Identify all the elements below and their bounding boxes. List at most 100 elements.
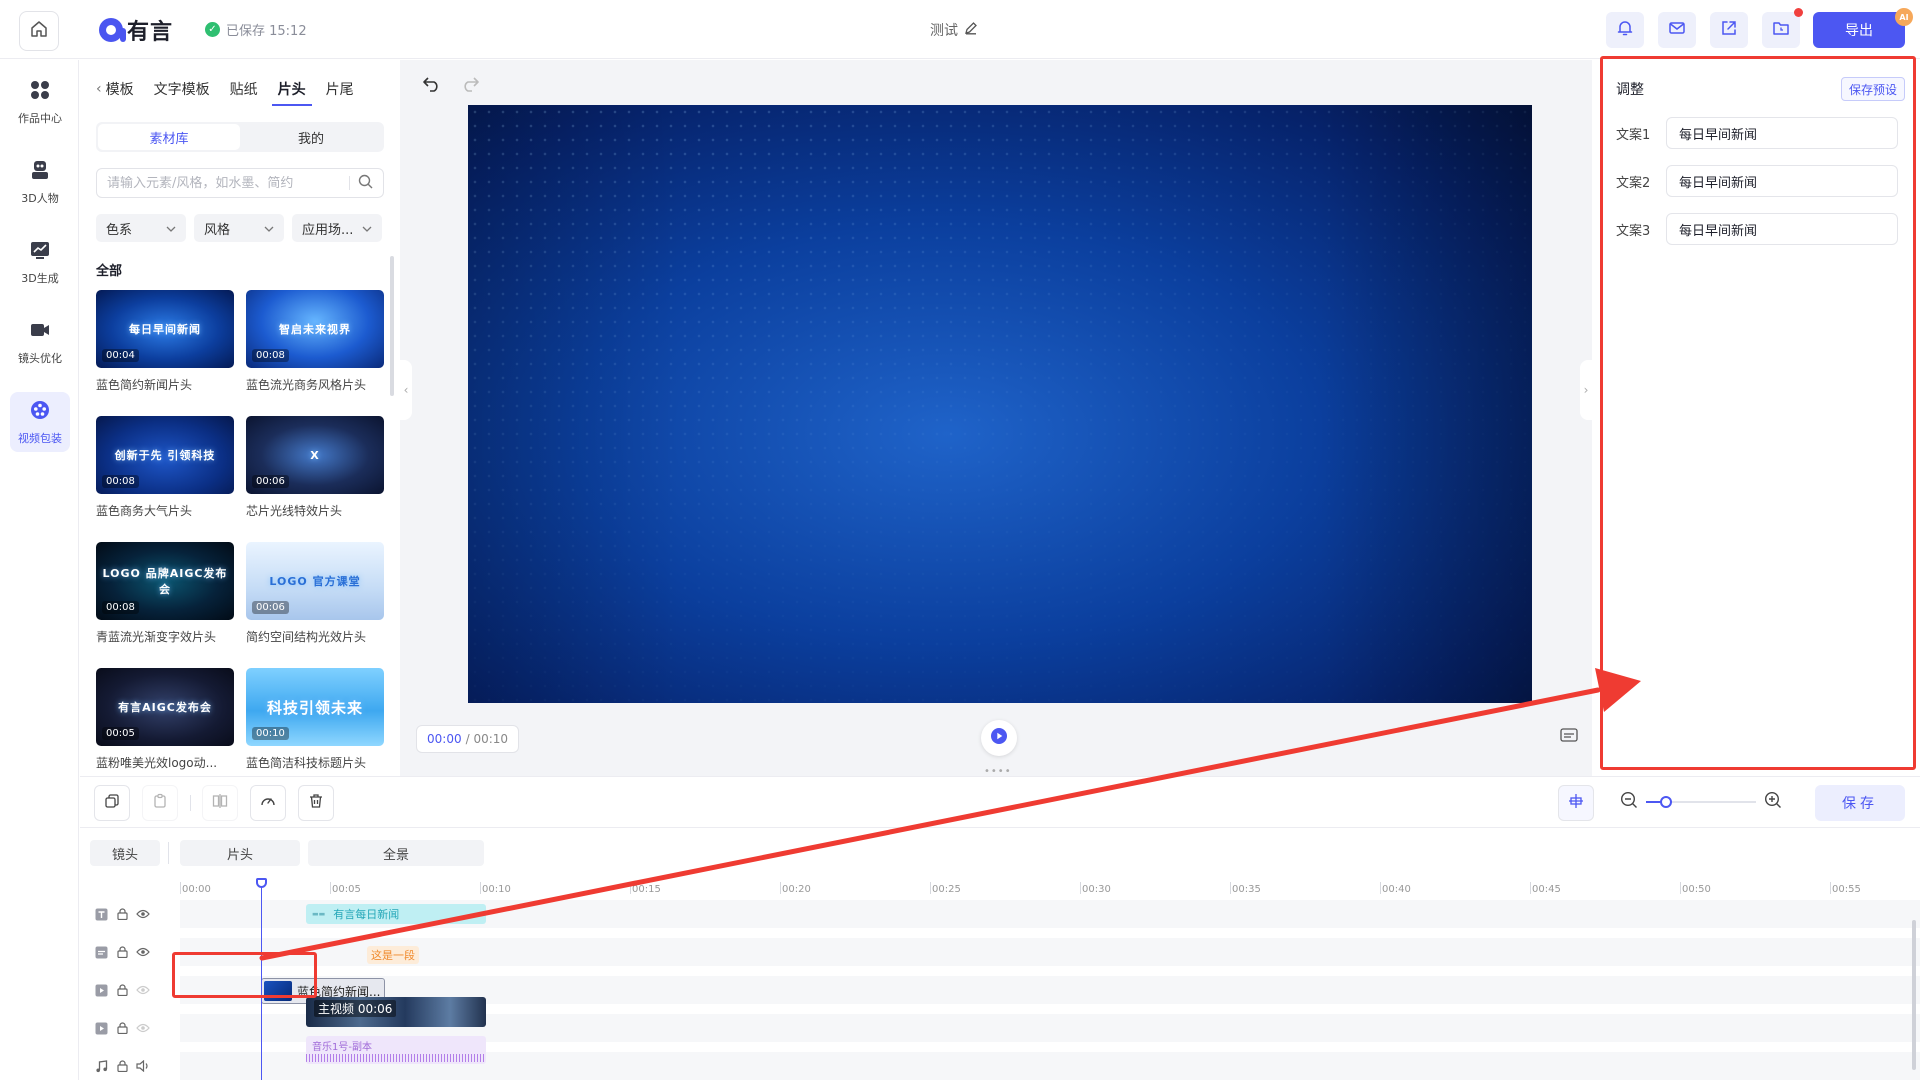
template-card[interactable]: 智启未来视界 00:08 蓝色流光商务风格片头 — [246, 290, 384, 416]
video-canvas[interactable] — [468, 105, 1532, 703]
tab-template[interactable]: 模板 — [104, 76, 144, 102]
subtitle-icon[interactable] — [1560, 728, 1578, 746]
template-thumbnail[interactable]: 创新于先 引领科技 00:08 — [96, 416, 234, 494]
history-button[interactable] — [1762, 8, 1803, 48]
track-controls — [94, 1054, 164, 1078]
home-icon — [30, 20, 48, 42]
lock-icon[interactable] — [115, 907, 129, 921]
segment-mine[interactable]: 我的 — [240, 124, 382, 150]
timeline-scrollbar[interactable] — [1912, 920, 1916, 1070]
template-thumbnail[interactable]: 智启未来视界 00:08 — [246, 290, 384, 368]
template-label: 蓝色商务大气片头 — [96, 504, 193, 518]
nav-label: 3D生成 — [21, 271, 59, 285]
document-title[interactable]: 测试 — [930, 20, 978, 40]
template-thumbnail[interactable]: X 00:06 — [246, 416, 384, 494]
lock-icon[interactable] — [115, 1059, 129, 1073]
text-field-row: 文案2 — [1616, 165, 1898, 197]
template-thumbnail[interactable]: LOGO 官方课堂 00:06 — [246, 542, 384, 620]
collapse-left-button[interactable]: ‹ — [400, 360, 412, 420]
eye-icon[interactable] — [136, 945, 150, 959]
lock-icon[interactable] — [115, 1021, 129, 1035]
magnet-snap-button[interactable] — [1558, 785, 1594, 821]
nav-item-camera-optimize[interactable]: 镜头优化 — [10, 312, 70, 372]
panel-scrollbar[interactable] — [390, 256, 394, 396]
template-card[interactable]: LOGO 官方课堂 00:06 简约空间结构光效片头 — [246, 542, 384, 668]
zoom-knob[interactable] — [1659, 796, 1672, 808]
camera-icon — [29, 319, 51, 344]
zoom-in-icon[interactable] — [1764, 791, 1782, 813]
segment-library[interactable]: 素材库 — [98, 124, 240, 150]
nav-item-3d-generate[interactable]: 3D生成 — [10, 232, 70, 292]
template-thumbnail[interactable]: 有言AIGC发布会 00:05 — [96, 668, 234, 746]
subtitle-clip[interactable]: 这是一段 — [367, 946, 419, 964]
split-button[interactable] — [202, 785, 238, 821]
filter-scene[interactable]: 应用场... — [292, 214, 382, 242]
template-thumbnail[interactable]: 科技引领未来 00:10 — [246, 668, 384, 746]
text-field-3-input[interactable] — [1666, 213, 1898, 245]
timeline-tab-intro[interactable]: 片头 — [180, 840, 300, 866]
nav-item-video-packaging[interactable]: 视频包装 — [10, 392, 70, 452]
lock-icon[interactable] — [115, 983, 129, 997]
save-button[interactable]: 保存 — [1815, 785, 1905, 821]
template-card[interactable]: LOGO 品牌AIGC发布会 00:08 青蓝流光渐变字效片头 — [96, 542, 234, 668]
timeline-tab-panorama[interactable]: 全景 — [308, 840, 484, 866]
playhead[interactable] — [261, 880, 262, 1080]
mail-icon — [1668, 19, 1686, 41]
ruler-tick-label: 00:15 — [632, 884, 661, 895]
text-field-2-input[interactable] — [1666, 165, 1898, 197]
export-button[interactable]: 导出 — [1813, 12, 1905, 48]
search-icon[interactable] — [358, 174, 373, 193]
filter-label: 风格 — [204, 222, 231, 238]
delete-button[interactable] — [298, 785, 334, 821]
nav-item-works[interactable]: 作品中心 — [10, 72, 70, 132]
template-card[interactable]: 创新于先 引领科技 00:08 蓝色商务大气片头 — [96, 416, 234, 542]
duration-badge: 00:04 — [102, 349, 139, 362]
eye-icon[interactable] — [136, 907, 150, 921]
timeline-tab-shots[interactable]: 镜头 — [90, 840, 160, 866]
music-clip[interactable]: 音乐1号-副本 — [306, 1036, 486, 1064]
total-time: / 00:10 — [465, 732, 509, 746]
app-logo[interactable]: 有言 — [99, 10, 173, 50]
template-card[interactable]: 每日早间新闻 00:04 蓝色简约新闻片头 — [96, 290, 234, 416]
tab-intro[interactable]: 片头 — [268, 76, 316, 106]
save-preset-button[interactable]: 保存预设 — [1841, 77, 1906, 101]
filter-style[interactable]: 风格 — [194, 214, 284, 242]
filter-color[interactable]: 色系 — [96, 214, 186, 242]
time-ruler[interactable]: 00:00 00:05 00:10 00:15 00:20 00:25 00:30 00:35… — [180, 878, 1920, 898]
zoom-slider[interactable] — [1646, 796, 1756, 808]
text-field-1-input[interactable] — [1666, 117, 1898, 149]
search-input[interactable] — [107, 175, 341, 191]
redo-icon[interactable] — [460, 76, 480, 96]
tab-outro[interactable]: 片尾 — [316, 76, 364, 102]
share-icon — [1720, 19, 1738, 41]
eye-icon[interactable] — [136, 1021, 150, 1035]
tabs-scroll-left-icon[interactable]: ‹ — [96, 81, 102, 97]
paste-button[interactable] — [142, 785, 178, 821]
home-button[interactable] — [19, 11, 59, 51]
text-clip[interactable]: ▬▬ 有言每日新闻 — [306, 904, 486, 924]
copy-button[interactable] — [94, 785, 130, 821]
volume-icon[interactable] — [136, 1059, 150, 1073]
eye-icon[interactable] — [136, 983, 150, 997]
messages-button[interactable] — [1658, 12, 1696, 48]
share-button[interactable] — [1710, 12, 1748, 48]
nav-label: 视频包装 — [18, 431, 62, 445]
play-button[interactable] — [981, 720, 1017, 756]
nav-item-3d-person[interactable]: 3D人物 — [10, 152, 70, 212]
template-thumbnail[interactable]: 每日早间新闻 00:04 — [96, 290, 234, 368]
tab-text-template[interactable]: 文字模板 — [144, 76, 220, 102]
split-icon — [212, 793, 228, 813]
template-card[interactable]: X 00:06 芯片光线特效片头 — [246, 416, 384, 542]
track-subtitle[interactable] — [180, 938, 1920, 966]
notifications-button[interactable] — [1606, 12, 1644, 48]
lock-icon[interactable] — [115, 945, 129, 959]
collapse-right-button[interactable]: › — [1580, 360, 1592, 420]
tab-sticker[interactable]: 贴纸 — [220, 76, 268, 102]
main-video-clip[interactable]: 主视频 00:06 — [306, 997, 486, 1027]
edit-icon[interactable] — [964, 21, 978, 39]
speed-button[interactable] — [250, 785, 286, 821]
undo-icon[interactable] — [422, 76, 442, 96]
zoom-out-icon[interactable] — [1620, 791, 1638, 813]
template-thumbnail[interactable]: LOGO 品牌AIGC发布会 00:08 — [96, 542, 234, 620]
chevron-right-icon: › — [1583, 383, 1589, 397]
